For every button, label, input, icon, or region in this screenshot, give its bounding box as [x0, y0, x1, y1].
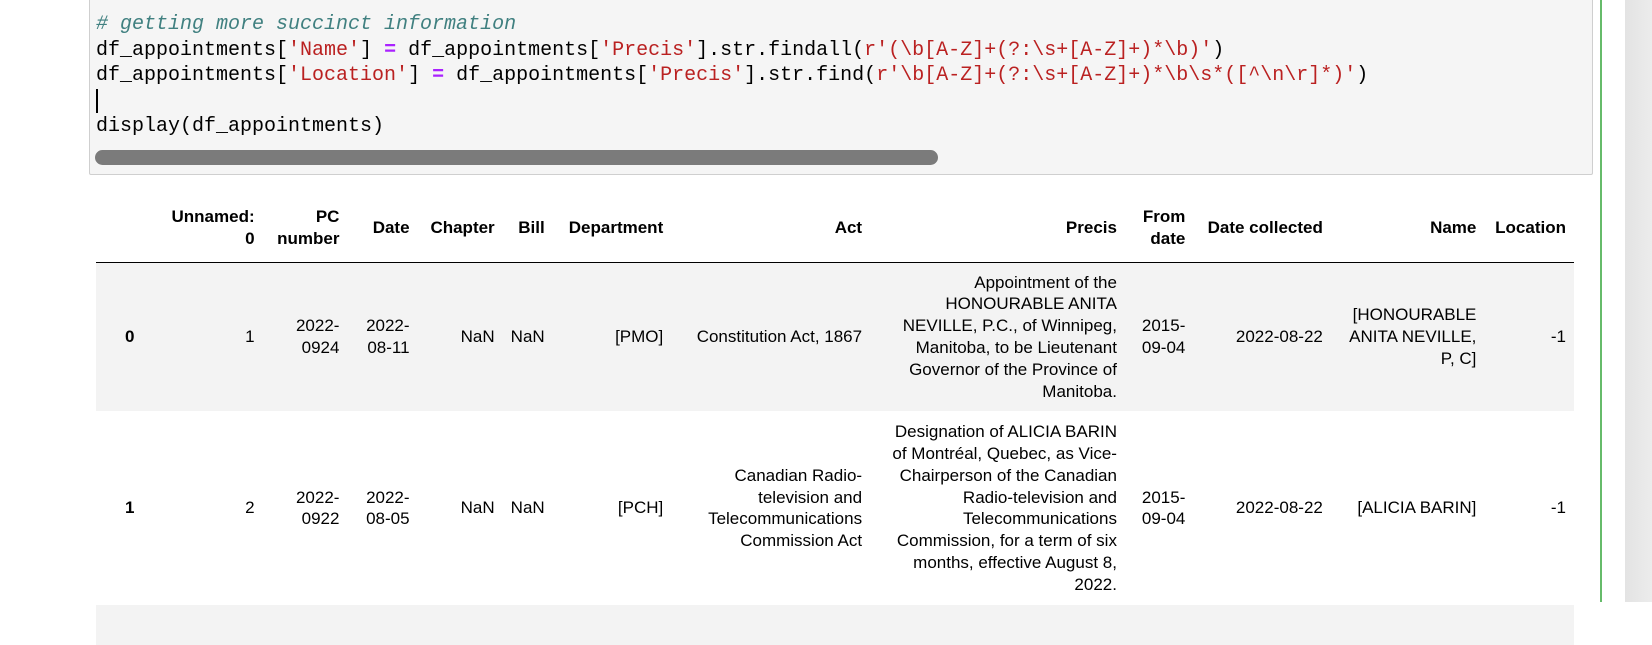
cell-output: Unnamed: 0 PC number Date Chapter Bill D…	[96, 200, 1574, 645]
code-comment: # getting more succinct information	[96, 13, 517, 36]
partial-row-cell	[96, 605, 1574, 645]
code-text: )	[1212, 38, 1225, 62]
cell-date: 2022-08-05	[366, 487, 410, 529]
code-cell-editor[interactable]: # getting more succinct information df_ap…	[89, 0, 1593, 175]
code-string-literal: 'Location'	[288, 64, 409, 87]
cell-act: Constitution Act, 1867	[696, 327, 863, 347]
code-operator: =	[384, 38, 397, 62]
header-department: Department	[552, 200, 672, 263]
cell-unnamed-0: 1	[245, 327, 255, 347]
code-text: ].str.findall(	[696, 38, 865, 62]
dataframe-table: Unnamed: 0 PC number Date Chapter Bill D…	[96, 200, 1574, 645]
code-text: ]	[408, 64, 433, 87]
code-text: df_appointments[	[96, 64, 289, 87]
header-bill: Bill	[502, 200, 553, 263]
table-row: 1 2 2022-0922 2022-08-05 NaN NaN [PCH] C…	[96, 411, 1574, 606]
code-line[interactable]	[96, 88, 1368, 115]
cell-date-collected: 2022-08-22	[1235, 327, 1323, 347]
code-line[interactable]: # getting more succinct information	[96, 12, 1368, 38]
code-line[interactable]: display(df_appointments)	[96, 114, 1368, 140]
header-date-collected: Date collected	[1193, 200, 1331, 263]
code-text: display(df_appointments)	[96, 115, 385, 138]
code-string-literal: r'\b[A-Z]+(?:\s+[A-Z]+)*\b\s*([^\n\r]*)'	[876, 64, 1357, 87]
code-text: ].str.find(	[744, 64, 877, 87]
code-string-literal: 'Precis'	[600, 38, 697, 62]
cell-chapter: NaN	[460, 498, 495, 518]
notebook-right-gutter	[1625, 0, 1652, 602]
cell-department: [PMO]	[615, 327, 664, 347]
code-line[interactable]: df_appointments['Name'] = df_appointment…	[96, 38, 1368, 64]
code-lines[interactable]: # getting more succinct information df_ap…	[96, 12, 1368, 140]
cell-unnamed-0: 2	[245, 498, 255, 518]
code-text: )	[1356, 64, 1369, 87]
code-text: ]	[360, 38, 385, 62]
cell-date-collected: 2022-08-22	[1235, 498, 1323, 518]
header-name: Name	[1330, 200, 1485, 263]
cell-pc-number: 2022-0924	[295, 316, 340, 357]
code-string-literal: r'(\b[A-Z]+(?:\s+[A-Z]+)*\b)'	[864, 38, 1213, 62]
cell-name: [ALICIA BARIN]	[1357, 498, 1477, 518]
code-line[interactable]: df_appointments['Location'] = df_appoint…	[96, 63, 1368, 89]
table-header-row: Unnamed: 0 PC number Date Chapter Bill D…	[96, 200, 1574, 263]
cell-precis: Designation of ALICIA BARIN of Montréal,…	[892, 422, 1117, 594]
code-text: df_appointments[	[396, 38, 601, 62]
cell-precis: Appointment of the HONOURABLE ANITA NEVI…	[902, 272, 1117, 401]
cell-from-date: 2015-09-04	[1141, 487, 1186, 529]
header-chapter: Chapter	[417, 200, 503, 263]
header-unnamed-0: Unnamed: 0	[163, 200, 263, 263]
cell-bill: NaN	[510, 327, 545, 347]
cell-pc-number: 2022-0922	[295, 487, 340, 529]
header-date: Date	[347, 200, 418, 263]
cell-act: Canadian Radio-television and Telecommun…	[708, 465, 863, 551]
code-operator: =	[432, 64, 445, 87]
header-pc-number: PC number	[262, 200, 348, 263]
row-index: 1	[125, 498, 135, 518]
text-cursor	[96, 88, 98, 113]
cell-department: [PCH]	[617, 498, 664, 518]
cell-name: [HONOURABLE ANITA NEVILLE, P, C]	[1349, 305, 1477, 368]
code-scrollbar-thumb[interactable]	[95, 150, 938, 165]
header-index	[96, 200, 164, 263]
row-index: 0	[125, 327, 135, 347]
table-row-partial	[96, 605, 1574, 645]
header-precis: Precis	[870, 200, 1125, 263]
table-row: 0 1 2022-0924 2022-08-11 NaN NaN [PMO] C…	[96, 262, 1574, 412]
header-from-date: From date	[1124, 200, 1194, 263]
code-string-literal: 'Precis'	[648, 64, 745, 87]
cell-location: -1	[1550, 498, 1566, 518]
cell-chapter: NaN	[460, 327, 495, 347]
cell-bill: NaN	[510, 498, 545, 518]
code-text: df_appointments[	[96, 38, 289, 62]
header-location: Location	[1484, 200, 1574, 263]
header-act: Act	[671, 200, 871, 263]
code-string-literal: 'Name'	[288, 38, 361, 62]
code-horizontal-scrollbar[interactable]	[90, 150, 1592, 166]
cell-date: 2022-08-11	[366, 316, 410, 357]
cell-edit-mode-border	[1600, 0, 1602, 602]
cell-location: -1	[1550, 327, 1566, 347]
code-text: df_appointments[	[444, 64, 649, 87]
cell-from-date: 2015-09-04	[1141, 316, 1186, 357]
